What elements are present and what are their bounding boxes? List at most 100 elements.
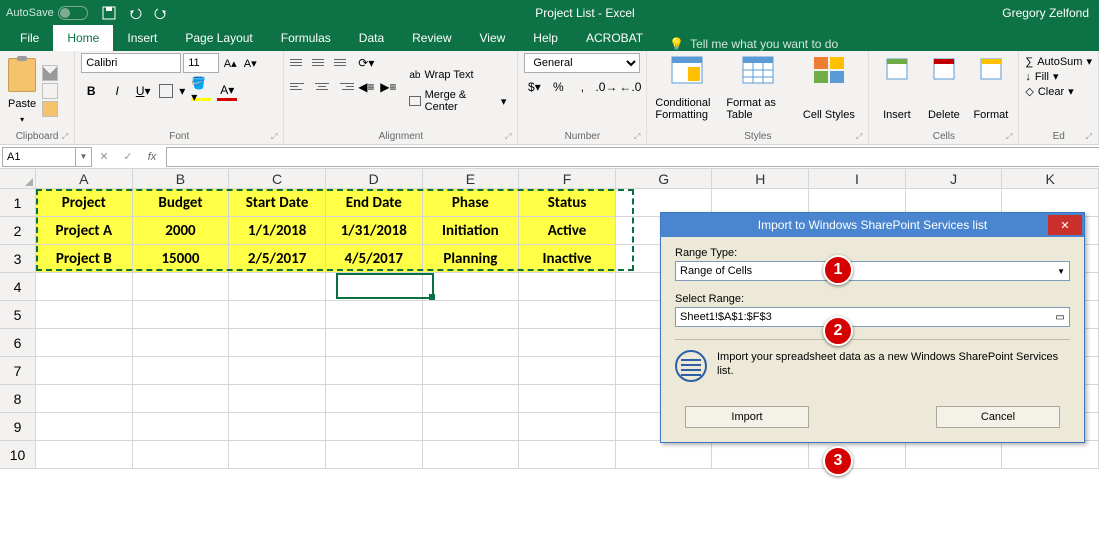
cell-K10[interactable] bbox=[1002, 441, 1099, 469]
number-format-select[interactable]: General bbox=[524, 53, 640, 73]
row-header-6[interactable]: 6 bbox=[0, 329, 36, 357]
col-header-C[interactable]: C bbox=[229, 169, 326, 189]
row-header-10[interactable]: 10 bbox=[0, 441, 36, 469]
row-header-4[interactable]: 4 bbox=[0, 273, 36, 301]
redo-icon[interactable] bbox=[154, 6, 168, 20]
tab-acrobat[interactable]: ACROBAT bbox=[572, 25, 657, 51]
col-header-H[interactable]: H bbox=[712, 169, 809, 189]
copy-icon[interactable] bbox=[42, 83, 58, 99]
user-name[interactable]: Gregory Zelfond bbox=[1002, 6, 1089, 20]
cell-B10[interactable] bbox=[133, 441, 230, 469]
cell-E5[interactable] bbox=[423, 301, 520, 329]
col-header-D[interactable]: D bbox=[326, 169, 423, 189]
decrease-indent-icon[interactable]: ◀≡ bbox=[356, 77, 376, 97]
cell-D4[interactable] bbox=[326, 273, 423, 301]
cell-B7[interactable] bbox=[133, 357, 230, 385]
cell-F2[interactable]: Active bbox=[519, 217, 616, 245]
tab-data[interactable]: Data bbox=[345, 25, 398, 51]
cell-F9[interactable] bbox=[519, 413, 616, 441]
range-type-select[interactable]: Range of Cells bbox=[675, 261, 1070, 281]
cell-F1[interactable]: Status bbox=[519, 189, 616, 217]
increase-indent-icon[interactable]: ▶≡ bbox=[378, 77, 398, 97]
cell-D3[interactable]: 4/5/2017 bbox=[326, 245, 423, 273]
orientation-icon[interactable]: ⟳▾ bbox=[356, 53, 376, 73]
underline-button[interactable]: U▾ bbox=[133, 81, 153, 101]
cell-A10[interactable] bbox=[36, 441, 133, 469]
name-box[interactable]: A1 bbox=[2, 147, 76, 167]
cell-A2[interactable]: Project A bbox=[36, 217, 133, 245]
row-header-8[interactable]: 8 bbox=[0, 385, 36, 413]
cell-D9[interactable] bbox=[326, 413, 423, 441]
cell-E1[interactable]: Phase bbox=[423, 189, 520, 217]
range-picker-icon[interactable]: ▭ bbox=[1051, 308, 1069, 326]
col-header-A[interactable]: A bbox=[36, 169, 133, 189]
comma-icon[interactable]: , bbox=[572, 77, 592, 97]
import-button[interactable]: Import bbox=[685, 406, 809, 428]
cell-A7[interactable] bbox=[36, 357, 133, 385]
font-size-select[interactable] bbox=[183, 53, 219, 73]
cell-C10[interactable] bbox=[229, 441, 326, 469]
cell-C9[interactable] bbox=[229, 413, 326, 441]
cell-F6[interactable] bbox=[519, 329, 616, 357]
row-header-3[interactable]: 3 bbox=[0, 245, 36, 273]
cell-E9[interactable] bbox=[423, 413, 520, 441]
cell-E8[interactable] bbox=[423, 385, 520, 413]
cancel-formula-icon[interactable]: ✕ bbox=[92, 147, 116, 167]
cell-C6[interactable] bbox=[229, 329, 326, 357]
currency-icon[interactable]: $▾ bbox=[524, 77, 544, 97]
row-header-1[interactable]: 1 bbox=[0, 189, 36, 217]
cell-D2[interactable]: 1/31/2018 bbox=[326, 217, 423, 245]
cell-C5[interactable] bbox=[229, 301, 326, 329]
tab-page-layout[interactable]: Page Layout bbox=[171, 25, 266, 51]
cell-F3[interactable]: Inactive bbox=[519, 245, 616, 273]
cell-B1[interactable]: Budget bbox=[133, 189, 230, 217]
cell-J10[interactable] bbox=[906, 441, 1003, 469]
cell-C8[interactable] bbox=[229, 385, 326, 413]
cell-E7[interactable] bbox=[423, 357, 520, 385]
cell-F10[interactable] bbox=[519, 441, 616, 469]
paste-button[interactable]: Paste ▾ bbox=[6, 56, 38, 126]
formula-input[interactable] bbox=[166, 147, 1099, 167]
autosum-button[interactable]: ∑AutoSum ▾ bbox=[1025, 55, 1092, 68]
tab-insert[interactable]: Insert bbox=[113, 25, 171, 51]
col-header-B[interactable]: B bbox=[133, 169, 230, 189]
merge-center-button[interactable]: Merge & Center▾ bbox=[404, 87, 511, 115]
cell-F5[interactable] bbox=[519, 301, 616, 329]
undo-icon[interactable] bbox=[128, 6, 142, 20]
enter-formula-icon[interactable]: ✓ bbox=[116, 147, 140, 167]
cell-F7[interactable] bbox=[519, 357, 616, 385]
save-icon[interactable] bbox=[102, 6, 116, 20]
cell-A5[interactable] bbox=[36, 301, 133, 329]
format-painter-icon[interactable] bbox=[42, 101, 58, 117]
format-as-table-button[interactable]: Format as Table bbox=[724, 53, 791, 123]
delete-cells-button[interactable]: Delete bbox=[922, 53, 965, 123]
close-icon[interactable]: ✕ bbox=[1048, 215, 1082, 235]
align-top-icon[interactable] bbox=[290, 53, 310, 71]
cell-F4[interactable] bbox=[519, 273, 616, 301]
font-color-button[interactable]: A▾ bbox=[217, 81, 237, 101]
cell-B4[interactable] bbox=[133, 273, 230, 301]
align-middle-icon[interactable] bbox=[312, 53, 332, 71]
tab-home[interactable]: Home bbox=[53, 25, 113, 51]
col-header-J[interactable]: J bbox=[906, 169, 1003, 189]
bold-button[interactable]: B bbox=[81, 81, 101, 101]
cell-E3[interactable]: Planning bbox=[423, 245, 520, 273]
cell-C1[interactable]: Start Date bbox=[229, 189, 326, 217]
tab-review[interactable]: Review bbox=[398, 25, 465, 51]
align-bottom-icon[interactable] bbox=[334, 53, 354, 71]
cell-A9[interactable] bbox=[36, 413, 133, 441]
cell-C7[interactable] bbox=[229, 357, 326, 385]
cell-D8[interactable] bbox=[326, 385, 423, 413]
select-range-input[interactable] bbox=[676, 311, 1051, 323]
tab-file[interactable]: File bbox=[6, 25, 53, 51]
cell-A6[interactable] bbox=[36, 329, 133, 357]
cell-B2[interactable]: 2000 bbox=[133, 217, 230, 245]
grow-font-icon[interactable]: A▴ bbox=[221, 54, 239, 72]
cell-A3[interactable]: Project B bbox=[36, 245, 133, 273]
cell-H10[interactable] bbox=[712, 441, 809, 469]
dialog-title-bar[interactable]: Import to Windows SharePoint Services li… bbox=[661, 213, 1084, 237]
cell-B3[interactable]: 15000 bbox=[133, 245, 230, 273]
cell-D7[interactable] bbox=[326, 357, 423, 385]
cell-D10[interactable] bbox=[326, 441, 423, 469]
cut-icon[interactable] bbox=[42, 65, 58, 81]
